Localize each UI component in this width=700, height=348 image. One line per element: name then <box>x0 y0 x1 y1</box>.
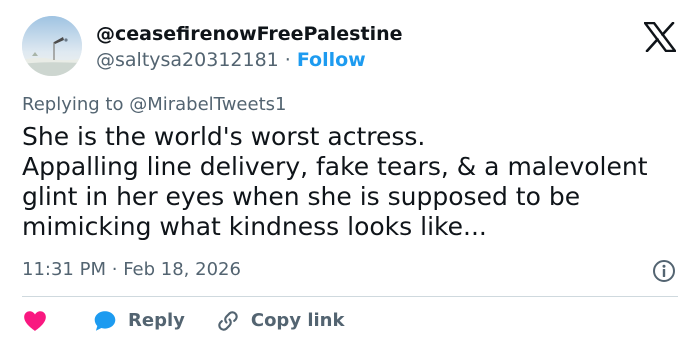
speech-bubble-icon <box>92 308 118 334</box>
tweet-date: Feb 18, 2026 <box>123 259 241 280</box>
tweet-text: She is the world's worst actress. Appall… <box>22 122 682 242</box>
copy-link-button[interactable]: Copy link <box>215 308 345 334</box>
author-block: @ceasefirenowFreePalestine @saltysa20312… <box>96 22 403 72</box>
tweet-timestamp[interactable]: 11:31 PM · Feb 18, 2026 <box>22 258 241 282</box>
reply-mention-link[interactable]: @MirabelTweets1 <box>129 94 286 115</box>
replying-prefix: Replying to <box>22 94 124 115</box>
action-bar: Reply Copy link <box>22 306 344 336</box>
display-name[interactable]: @ceasefirenowFreePalestine <box>96 22 403 46</box>
copy-link-label: Copy link <box>250 310 345 331</box>
x-logo-svg <box>643 21 677 53</box>
info-icon[interactable] <box>652 259 676 283</box>
tweet-text-line: glint in her eyes when she is supposed t… <box>22 182 581 211</box>
replying-to: Replying to @MirabelTweets1 <box>22 93 286 117</box>
handle-row: @saltysa20312181 · Follow <box>96 48 403 72</box>
separator-dot: · <box>284 49 291 71</box>
avatar[interactable] <box>22 16 82 76</box>
tweet-text-line: She is the world's worst actress. <box>22 122 426 151</box>
tweet-text-line: Appalling line delivery, fake tears, & a… <box>22 152 648 181</box>
reply-label: Reply <box>128 310 185 331</box>
tweet-card: @ceasefirenowFreePalestine @saltysa20312… <box>0 0 700 348</box>
reply-button[interactable]: Reply <box>92 308 185 334</box>
info-icon-svg <box>653 260 675 282</box>
handle[interactable]: @saltysa20312181 <box>96 49 279 71</box>
x-logo-icon[interactable] <box>643 21 677 53</box>
timestamp-separator: · <box>111 259 118 280</box>
divider <box>22 296 678 297</box>
follow-button[interactable]: Follow <box>297 49 366 71</box>
like-button[interactable] <box>22 308 88 334</box>
tweet-text-line: mimicking what kindness looks like... <box>22 212 487 241</box>
heart-icon <box>22 308 48 334</box>
tweet-time: 11:31 PM <box>22 259 106 280</box>
avatar-image <box>22 16 82 76</box>
link-icon <box>215 308 241 334</box>
